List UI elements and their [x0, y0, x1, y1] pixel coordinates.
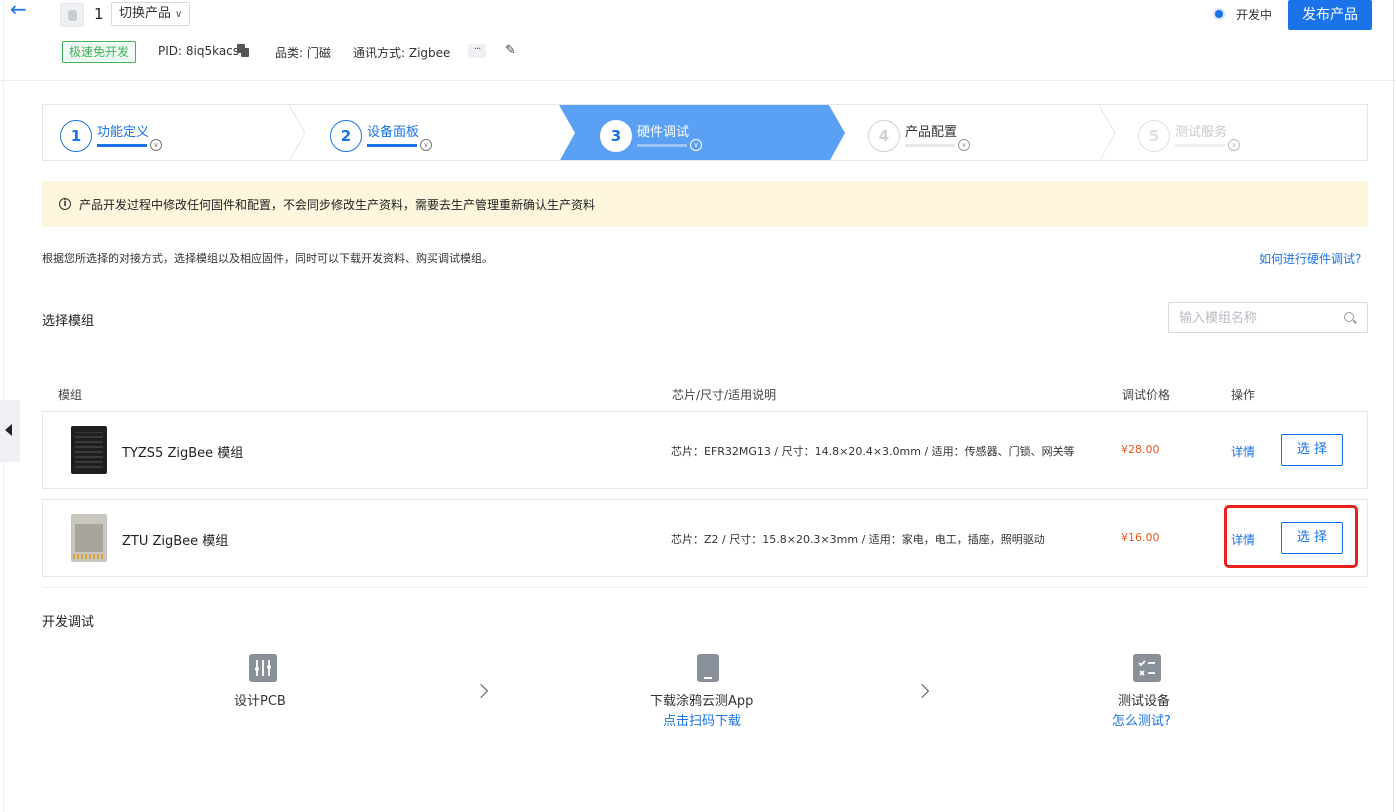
copy-icon[interactable]	[237, 44, 250, 57]
column-header-action: 操作	[1231, 388, 1256, 402]
protocol-text: 通讯方式: Zigbee	[353, 46, 451, 60]
step-5-label: 测试服务	[1175, 125, 1228, 140]
step-5-number: 5	[1138, 120, 1170, 152]
dev-section-title: 开发调试	[42, 615, 95, 630]
step-4-label: 产品配置	[905, 125, 958, 140]
section-divider	[42, 587, 1368, 588]
highlight-annotation-box	[1224, 505, 1358, 568]
dev-step-test-label: 测试设备	[1118, 694, 1171, 709]
module-detail-link[interactable]: 详情	[1231, 443, 1255, 460]
module-section-title: 选择模组	[42, 314, 95, 329]
hardware-debug-help-link[interactable]: 如何进行硬件调试?	[1259, 250, 1361, 267]
product-thumbnail	[60, 3, 84, 27]
column-header-module: 模组	[58, 388, 83, 402]
step-3-progress-bar	[637, 144, 687, 147]
search-icon[interactable]	[1344, 312, 1354, 322]
step-3-label: 硬件调试	[637, 125, 690, 140]
step-2-number: 2	[330, 120, 362, 152]
edit-pencil-icon[interactable]: ✎	[505, 43, 519, 58]
switch-product-dropdown[interactable]: 切换产品 ∨	[111, 2, 191, 26]
module-chip-info: 芯片：Z2 / 尺寸：15.8×20.3×3mm / 适用：家电，电工，插座，照…	[671, 533, 1045, 546]
pcb-icon	[249, 654, 277, 682]
step-3-number: 3	[600, 120, 632, 152]
module-name: ZTU ZigBee 模组	[122, 534, 229, 549]
step-4[interactable]: 4 产品配置 ∨	[851, 105, 1101, 160]
step-2-progress-bar	[367, 144, 417, 147]
page-description: 根据您所选择的对接方式，选择模组以及相应固件，同时可以下载开发资料、购买调试模组…	[42, 252, 493, 265]
column-header-chip: 芯片/尺寸/适用说明	[672, 388, 777, 402]
table-row: ZTU ZigBee 模组 芯片：Z2 / 尺寸：15.8×20.3×3mm /…	[42, 499, 1368, 577]
module-image	[71, 426, 107, 474]
module-search-input[interactable]	[1179, 309, 1339, 327]
scan-download-link[interactable]: 点击扫码下载	[663, 710, 741, 729]
column-header-price: 调试价格	[1122, 388, 1171, 402]
switch-product-label: 切换产品	[119, 6, 172, 21]
more-icon[interactable]: ···	[468, 44, 486, 58]
table-row: TYZS5 ZigBee 模组 芯片：EFR32MG13 / 尺寸：14.8×2…	[42, 411, 1368, 489]
step-1[interactable]: 1 功能定义 ∨	[43, 105, 293, 160]
module-chip-info: 芯片：EFR32MG13 / 尺寸：14.8×20.4×3.0mm / 适用：传…	[671, 445, 1075, 458]
step-1-number: 1	[60, 120, 92, 152]
product-number: 1	[94, 5, 104, 23]
back-arrow-icon[interactable]: ←	[10, 0, 32, 19]
dev-step-app-label: 下载涂鸦云测App	[650, 694, 754, 709]
info-icon: i	[59, 198, 71, 210]
progress-steps: 1 功能定义 ∨ 2 设备面板 ∨ 3 硬件调试 ∨ 4 产品配置 ∨ 5 测试…	[42, 104, 1368, 161]
step-3[interactable]: 3 硬件调试 ∨	[583, 105, 829, 160]
chevron-right-icon	[914, 683, 930, 699]
chevron-down-icon: ∨	[690, 139, 702, 151]
chevron-down-icon: ∨	[150, 139, 162, 151]
notice-text: 产品开发过程中修改任何固件和配置，不会同步修改生产资料，需要去生产管理重新确认生…	[79, 198, 596, 212]
chevron-down-icon: ∨	[958, 139, 970, 151]
module-search-box	[1168, 302, 1368, 333]
step-1-label: 功能定义	[97, 125, 150, 140]
header-divider	[0, 80, 1396, 81]
right-border	[1393, 0, 1394, 812]
chevron-down-icon: ∨	[420, 139, 432, 151]
step-2-label: 设备面板	[367, 125, 420, 140]
module-price: ¥16.00	[1121, 531, 1160, 544]
chevron-down-icon: ∨	[1228, 139, 1240, 151]
select-module-button[interactable]: 选 择	[1281, 434, 1343, 466]
pid-text: PID: 8iq5kacs	[158, 44, 240, 58]
module-name: TYZS5 ZigBee 模组	[122, 446, 244, 461]
sidebar-collapse-tab[interactable]	[0, 400, 20, 462]
step-4-progress-bar	[905, 144, 955, 147]
phone-icon	[697, 654, 719, 682]
publish-product-button[interactable]: 发布产品	[1288, 0, 1372, 30]
step-4-number: 4	[868, 120, 900, 152]
step-1-progress-bar	[97, 144, 147, 147]
chevron-down-icon: ∨	[175, 9, 183, 20]
status-dot-icon	[1215, 10, 1223, 18]
step-2[interactable]: 2 设备面板 ∨	[313, 105, 563, 160]
notice-banner: i 产品开发过程中修改任何固件和配置，不会同步修改生产资料，需要去生产管理重新确…	[42, 181, 1368, 227]
status-text: 开发中	[1236, 8, 1273, 22]
checklist-icon	[1133, 654, 1161, 682]
chevron-right-icon	[473, 683, 489, 699]
module-image	[71, 514, 107, 562]
dev-step-pcb-label: 设计PCB	[234, 694, 286, 709]
fast-dev-badge: 极速免开发	[62, 41, 137, 63]
module-price: ¥28.00	[1121, 443, 1160, 456]
step-5[interactable]: 5 测试服务 ∨	[1121, 105, 1367, 160]
category-text: 品类: 门磁	[275, 46, 331, 60]
caret-left-icon	[5, 424, 12, 436]
step-5-progress-bar	[1175, 144, 1225, 147]
how-to-test-link[interactable]: 怎么测试?	[1112, 710, 1171, 729]
